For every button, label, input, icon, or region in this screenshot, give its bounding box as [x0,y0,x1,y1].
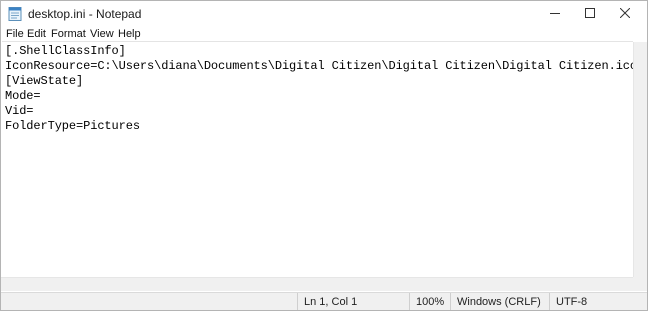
cursor-position: Ln 1, Col 1 [297,293,409,310]
notepad-icon [8,6,22,21]
editor-line: IconResource=C:\Users\diana\Documents\Di… [5,59,633,73]
close-button[interactable] [602,1,647,26]
line-ending: Windows (CRLF) [450,293,549,310]
maximize-icon [585,5,595,23]
minimize-icon [550,5,560,23]
editor-line: Mode= [5,89,41,103]
close-icon [619,5,631,23]
menu-file[interactable]: File [6,28,24,40]
menu-help[interactable]: Help [118,28,141,40]
title-bar[interactable]: desktop.ini - Notepad [1,1,647,26]
editor-line: FolderType=Pictures [5,119,140,133]
encoding: UTF-8 [549,293,647,310]
status-bar: Ln 1, Col 1 100% Windows (CRLF) UTF-8 [1,292,647,310]
window-title: desktop.ini - Notepad [28,7,142,21]
horizontal-scrollbar[interactable] [1,277,633,291]
editor-line: [ViewState] [5,74,84,88]
zoom-level: 100% [409,293,450,310]
notepad-window: desktop.ini - Notepad File Edit Format V… [0,0,648,311]
editor-line: Vid= [5,104,34,118]
text-editor[interactable]: [.ShellClassInfo] IconResource=C:\Users\… [2,41,633,291]
menu-view[interactable]: View [90,28,114,40]
editor-line: [.ShellClassInfo] [5,44,126,58]
menu-bar: File Edit Format View Help [1,26,647,42]
vertical-scrollbar[interactable] [633,42,647,291]
scrollbar-corner [633,277,647,291]
menu-format[interactable]: Format [51,28,86,40]
menu-edit[interactable]: Edit [27,28,46,40]
